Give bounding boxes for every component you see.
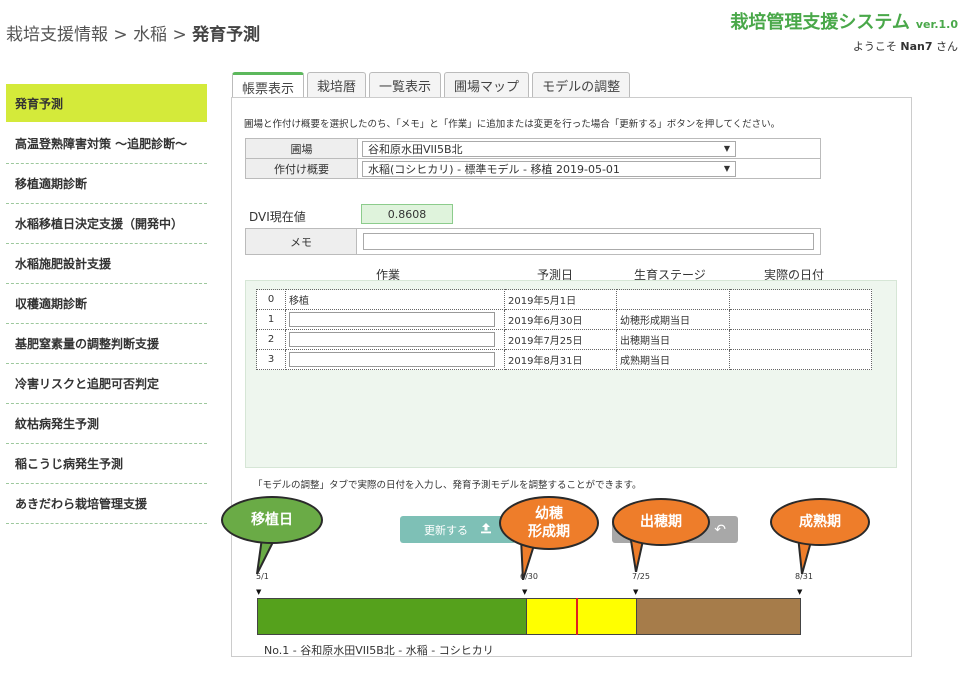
callout-transplant: 移植日 [220,494,330,574]
table-row: 1 2019年6月30日 幼穂形成期当日 [256,309,872,330]
stage-cell [616,289,730,310]
breadcrumb-separator: > [172,25,187,45]
field-label: 圃場 [245,138,358,159]
callout-panicle-label: 幼穂 形成期 [499,496,599,550]
sidebar-item-harvest-timing[interactable]: 収穫適期診断 [6,284,207,324]
field-select[interactable]: 谷和原水田VII5B北 ▼ [362,140,736,157]
sidebar-item-transplant-date[interactable]: 水稲移植日決定支援（開発中） [6,204,207,244]
stage-cell: 出穂期当日 [616,329,730,350]
row-number: 1 [256,309,286,330]
predicted-date-cell: 2019年7月25日 [504,329,617,350]
app-title-text: 栽培管理支援システム [730,12,910,33]
plan-select-value: 水稲(コシヒカリ) - 標準モデル - 移植 2019-05-01 [368,162,620,176]
work-input[interactable] [289,312,495,327]
welcome-message: ようこそ Nan7 さん [853,38,958,54]
timeline-tick-icon: ▼ [797,588,803,596]
breadcrumb-rice[interactable]: 水稲 [133,25,167,45]
tab-field-map[interactable]: 圃場マップ [444,72,530,97]
work-cell: 移植 [285,289,505,310]
breadcrumb-current: 発育予測 [192,25,261,45]
timeline-date-label: 7/25 [632,572,650,581]
callout-heading: 出穂期 [606,494,716,572]
table-row: 0 移植 2019年5月1日 [256,289,872,310]
timeline-current-marker [575,598,578,635]
dvi-label: DVI現在値 [249,210,306,224]
stage-cell: 幼穂形成期当日 [616,309,730,330]
table-row: 3 2019年8月31日 成熟期当日 [256,349,872,370]
welcome-prefix: ようこそ [852,40,897,53]
work-input[interactable] [289,332,495,347]
timeline-tick-icon: ▼ [633,588,639,596]
user-name: Nan7 [900,40,933,53]
table-row: 2 2019年7月25日 出穂期当日 [256,329,872,350]
dropdown-arrow-icon: ▼ [723,144,730,153]
sidebar-item-sheath-blight[interactable]: 紋枯病発生予測 [6,404,207,444]
timeline-caption: No.1 - 谷和原水田VII5B北 - 水稲 - コシヒカリ [264,644,494,657]
memo-label: メモ [246,229,357,254]
predicted-date-cell: 2019年8月31日 [504,349,617,370]
predicted-date-cell: 2019年6月30日 [504,309,617,330]
stage-cell: 成熟期当日 [616,349,730,370]
sidebar-item-akidawara[interactable]: あきだわら栽培管理支援 [6,484,207,524]
row-number: 0 [256,289,286,310]
undo-icon: ↶ [714,521,726,538]
memo-input[interactable] [363,233,814,250]
sidebar-item-fertilizer-design[interactable]: 水稲施肥設計支援 [6,244,207,284]
growth-timeline [257,598,801,635]
tab-list[interactable]: 一覧表示 [369,72,442,97]
callout-heading-label: 出穂期 [612,498,710,546]
timeline-tick-icon: ▼ [522,588,528,596]
timeline-tick-icon: ▼ [256,588,262,596]
callout-panicle: 幼穂 形成期 [497,494,607,580]
sidebar-item-transplant-timing[interactable]: 移植適期診断 [6,164,207,204]
memo-row: メモ [245,228,821,255]
tab-report[interactable]: 帳票表示 [232,72,305,99]
callout-maturity-label: 成熟期 [770,498,870,546]
dvi-value: 0.8608 [361,204,453,224]
instruction-text: 圃場と作付け概要を選択したのち、「メモ」と「作業」に追加または変更を行った場合「… [244,119,781,130]
timeline-segment-vegetative [257,598,527,635]
plan-label: 作付け概要 [245,158,358,179]
field-select-value: 谷和原水田VII5B北 [368,142,463,156]
actual-date-cell [729,349,872,370]
dropdown-arrow-icon: ▼ [723,164,730,173]
timeline-segment-panicle [526,598,637,635]
work-input[interactable] [289,352,495,367]
sidebar-item-base-nitrogen[interactable]: 基肥窒素量の調整判断支援 [6,324,207,364]
sidebar-item-heat-damage[interactable]: 高温登熟障害対策 ～追肥診断～ [6,124,207,164]
tab-model-adjust[interactable]: モデルの調整 [532,72,631,97]
update-button-label: 更新する [424,523,468,537]
row-number: 2 [256,329,286,350]
sidebar-item-false-smut[interactable]: 稲こうじ病発生予測 [6,444,207,484]
timeline-segment-ripening [636,598,801,635]
actual-date-cell [729,329,872,350]
callout-transplant-label: 移植日 [221,496,323,544]
sidebar-item-cold-damage[interactable]: 冷害リスクと追肥可否判定 [6,364,207,404]
model-adjust-note: 「モデルの調整」タブで実際の日付を入力し、発育予測モデルを調整することができます… [253,480,642,491]
predicted-date-cell: 2019年5月1日 [504,289,617,310]
app-title: 栽培管理支援システム ver.1.0 [730,8,958,34]
plan-select[interactable]: 水稲(コシヒカリ) - 標準モデル - 移植 2019-05-01 ▼ [362,160,736,177]
breadcrumb-cultivation-info[interactable]: 栽培支援情報 [6,25,108,45]
breadcrumb-separator: > [113,25,128,45]
actual-date-cell [729,309,872,330]
tab-bar: 帳票表示 栽培暦 一覧表示 圃場マップ モデルの調整 [232,72,633,99]
welcome-suffix: さん [936,40,958,53]
selection-form: 圃場 谷和原水田VII5B北 ▼ 作付け概要 水稲(コシヒカリ) - 標準モデル… [245,138,821,179]
tab-calendar[interactable]: 栽培暦 [307,72,367,97]
breadcrumb: 栽培支援情報 > 水稲 > 発育予測 [6,20,260,45]
work-table: 0 移植 2019年5月1日 1 2019年6月30日 幼穂形成期当日 2 20… [256,289,872,370]
sidebar: 発育予測 高温登熟障害対策 ～追肥診断～ 移植適期診断 水稲移植日決定支援（開発… [6,84,207,524]
callout-maturity: 成熟期 [766,494,876,574]
upload-icon [480,522,492,537]
app-version: ver.1.0 [915,18,958,31]
sidebar-item-growth-prediction[interactable]: 発育予測 [6,84,207,122]
row-number: 3 [256,349,286,370]
actual-date-cell [729,289,872,310]
